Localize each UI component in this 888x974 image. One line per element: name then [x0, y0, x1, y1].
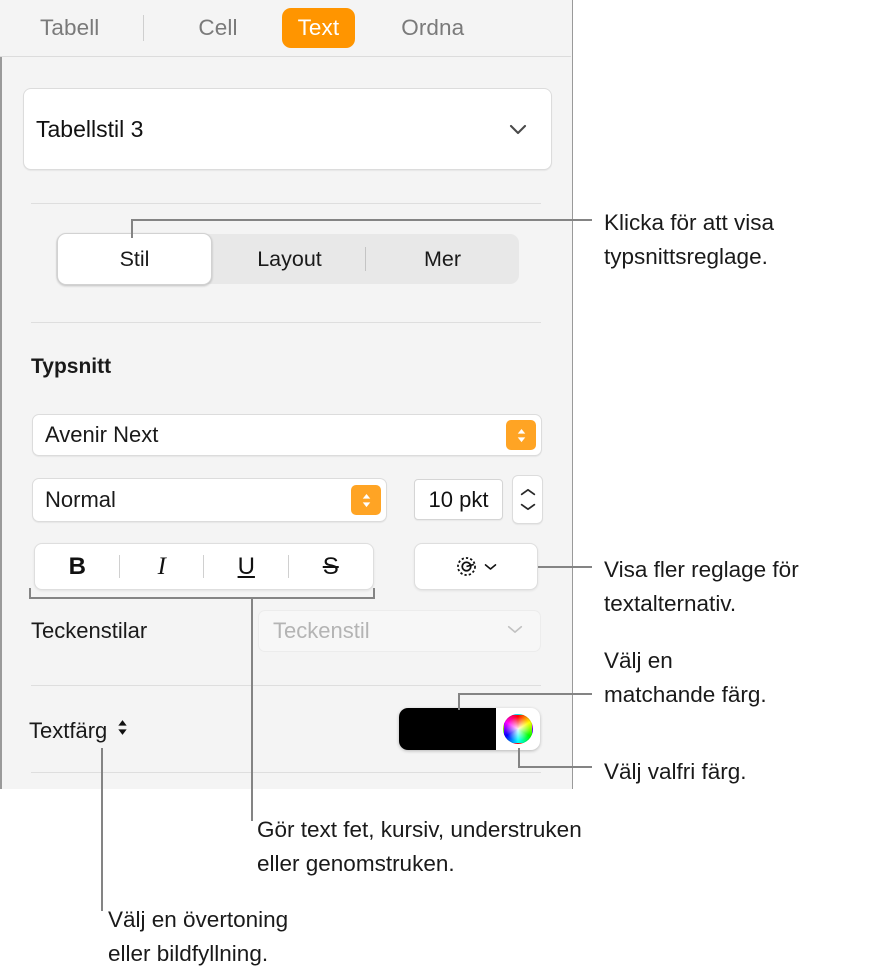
- leader-line-swatch-h: [458, 693, 592, 695]
- font-family-popup[interactable]: Avenir Next: [32, 414, 542, 456]
- strikethrough-button[interactable]: S: [289, 544, 374, 589]
- tab-text[interactable]: Text: [281, 8, 356, 48]
- table-style-value: Tabellstil 3: [36, 115, 144, 142]
- color-wheel-button[interactable]: [496, 708, 540, 750]
- leader-line-wheel-h: [518, 766, 592, 768]
- annotation-gradient-fill: Välj en övertoning eller bildfyllning.: [108, 907, 289, 967]
- tab-tabell[interactable]: Tabell: [24, 8, 115, 48]
- divider-top: [31, 203, 541, 204]
- annotation-font-controls: Klicka för att visa typsnittsreglage.: [604, 210, 775, 270]
- italic-label: I: [157, 553, 166, 580]
- italic-button[interactable]: I: [120, 544, 204, 589]
- leader-line-gear: [538, 566, 592, 568]
- bold-button[interactable]: B: [35, 544, 120, 589]
- bold-label: B: [68, 553, 86, 580]
- character-styles-label: Teckenstilar: [31, 618, 148, 643]
- segment-layout[interactable]: Layout: [213, 234, 366, 284]
- underline-label: U: [237, 553, 255, 580]
- chevron-down-icon: [484, 564, 497, 570]
- annotation-bius: Gör text fet, kursiv, understruken eller…: [257, 817, 582, 877]
- leader-bracket-bius: [29, 597, 375, 599]
- font-family-value: Avenir Next: [45, 422, 159, 447]
- up-down-chevron-icon: [116, 717, 129, 744]
- leader-line-stil-v: [131, 219, 133, 238]
- color-swatch-button[interactable]: [399, 708, 496, 750]
- leader-line-bius-drop: [251, 597, 253, 821]
- chevron-down-icon: [507, 118, 529, 140]
- table-style-popup-button[interactable]: Tabellstil 3: [23, 88, 552, 170]
- chevron-down-icon: [520, 503, 535, 511]
- text-color-label-text: Textfärg: [29, 717, 108, 743]
- inspector-tab-bar: Tabell Cell Text Ordna: [0, 0, 571, 57]
- text-options-gear-button[interactable]: [414, 543, 538, 590]
- font-weight-value: Normal: [45, 487, 116, 512]
- up-down-stepper-icon[interactable]: [351, 485, 381, 515]
- segment-layout-label: Layout: [257, 247, 322, 271]
- strikethrough-label: S: [322, 553, 339, 580]
- annotation-matching-color: Välj en matchande färg.: [604, 648, 767, 708]
- font-weight-popup[interactable]: Normal: [32, 478, 387, 522]
- leader-bracket-bius-left-tick: [29, 588, 31, 599]
- leader-line-textcolor-drop: [101, 748, 103, 911]
- chevron-down-icon: [506, 622, 524, 640]
- segment-mer[interactable]: Mer: [366, 234, 519, 284]
- character-style-select[interactable]: Teckenstil: [258, 610, 541, 652]
- font-size-input[interactable]: 10 pkt: [414, 479, 503, 520]
- character-style-placeholder: Teckenstil: [273, 618, 370, 643]
- tab-divider: [143, 15, 145, 41]
- divider-bottom: [31, 772, 541, 773]
- up-down-stepper-icon[interactable]: [506, 420, 536, 450]
- annotation-any-color: Välj valfri färg.: [604, 759, 747, 784]
- divider-segmented: [31, 322, 541, 323]
- leader-line-wheel-v: [518, 748, 520, 768]
- text-color-control: [399, 708, 540, 750]
- color-wheel-icon: [503, 714, 533, 744]
- gear-icon: [457, 557, 476, 576]
- font-section-title: Typsnitt: [31, 355, 112, 378]
- chevron-up-icon: [520, 488, 535, 496]
- font-size-value: 10 pkt: [428, 486, 489, 512]
- font-size-stepper[interactable]: [512, 475, 543, 524]
- screenshot-root: Tabell Cell Text Ordna Tabellstil 3 Stil…: [0, 0, 888, 974]
- text-color-popup-label[interactable]: Textfärg: [29, 717, 129, 744]
- text-inspector-panel: Tabell Cell Text Ordna Tabellstil 3 Stil…: [0, 0, 573, 789]
- text-style-button-group: B I U S: [34, 543, 374, 590]
- leader-bracket-bius-right-tick: [373, 588, 375, 599]
- panel-left-border: [0, 0, 2, 789]
- segment-stil[interactable]: Stil: [57, 233, 212, 285]
- style-layout-more-segmented-control: Stil Layout Mer: [56, 233, 519, 285]
- tab-cell[interactable]: Cell: [182, 8, 253, 48]
- tab-ordna[interactable]: Ordna: [385, 8, 480, 48]
- annotation-text-options: Visa fler reglage för textalternativ.: [604, 557, 799, 617]
- leader-line-swatch-v: [458, 693, 460, 710]
- underline-button[interactable]: U: [204, 544, 289, 589]
- divider-color: [31, 685, 541, 686]
- leader-line-stil-h: [131, 219, 592, 221]
